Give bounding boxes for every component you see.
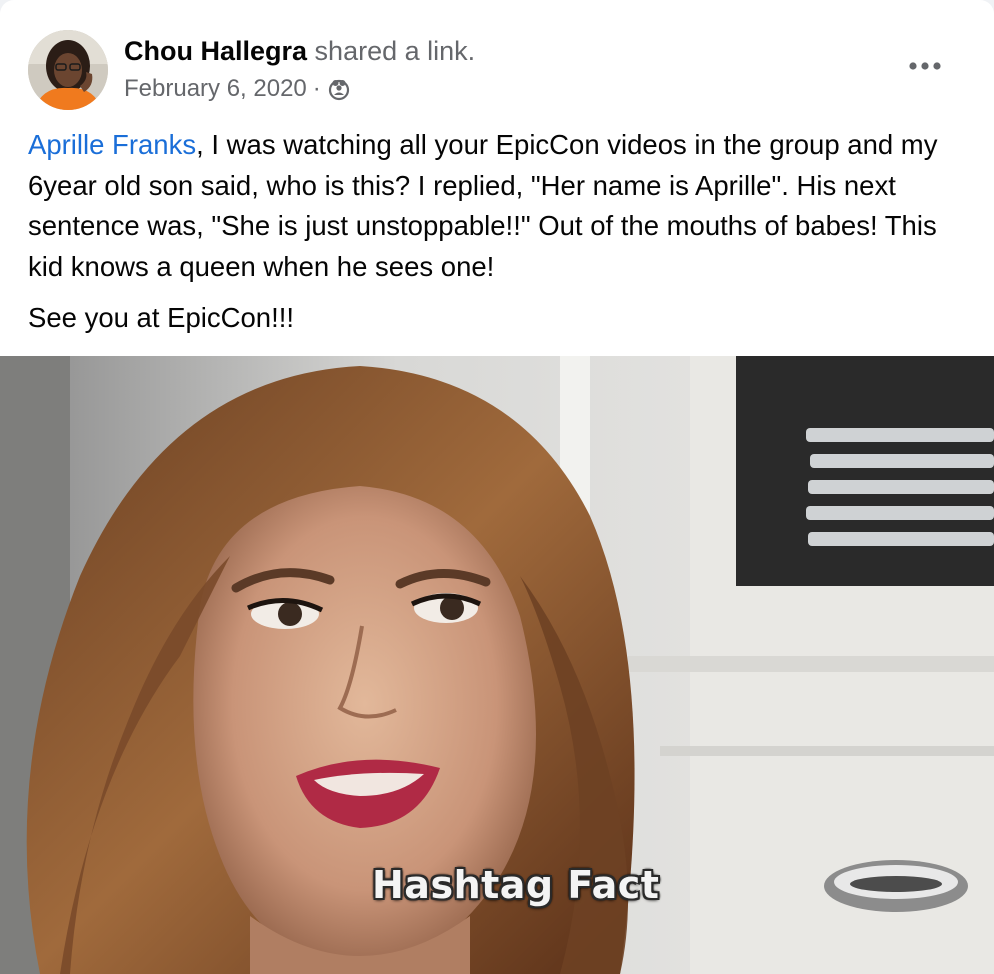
post-body: Aprille Franks, I was watching all your … [28, 125, 968, 339]
author-name[interactable]: Chou Hallegra [124, 36, 307, 66]
mention-link[interactable]: Aprille Franks [28, 129, 196, 160]
author-avatar[interactable] [28, 30, 108, 110]
post-options-button[interactable] [898, 46, 952, 86]
post-header: Chou Hallegra shared a link. February 6,… [0, 0, 994, 120]
more-horizontal-icon [909, 62, 941, 70]
post-card: Chou Hallegra shared a link. February 6,… [0, 0, 994, 974]
avatar-image [28, 30, 108, 110]
meta-separator: · [312, 75, 321, 102]
author-line: Chou Hallegra shared a link. [124, 34, 475, 68]
post-paragraph: Aprille Franks, I was watching all your … [28, 125, 968, 287]
gif-caption: Hashtag Fact [372, 863, 660, 907]
group-audience-icon[interactable] [327, 77, 351, 101]
shared-gif[interactable]: Hashtag Fact [0, 356, 994, 974]
post-action-text: shared a link. [314, 36, 476, 66]
post-paragraph: See you at EpicCon!!! [28, 302, 294, 333]
post-meta: February 6, 2020 · [124, 73, 351, 105]
post-timestamp[interactable]: February 6, 2020 [124, 73, 307, 105]
